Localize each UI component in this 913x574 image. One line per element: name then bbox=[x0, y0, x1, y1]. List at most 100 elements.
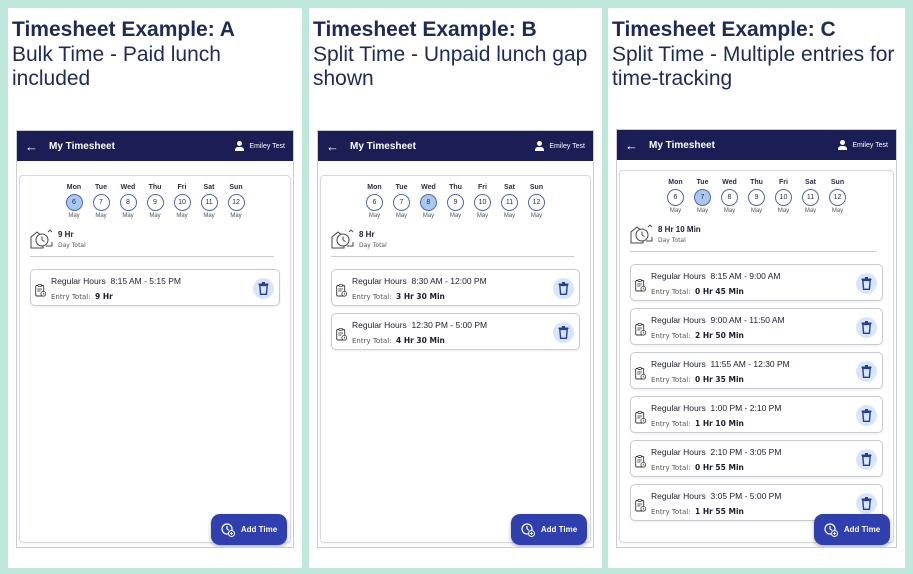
day-total: 8 Hr Day Total bbox=[331, 229, 590, 249]
clipboard-clock-icon bbox=[635, 409, 647, 424]
day-sat[interactable]: Sat 11 May bbox=[200, 184, 219, 219]
user-menu[interactable]: Emiley Test bbox=[535, 141, 585, 151]
day-month: May bbox=[203, 213, 215, 219]
day-wed[interactable]: Wed 8 May bbox=[720, 179, 739, 214]
time-entry-list: Regular Hours 8:30 AM - 12:00 PM Entry To… bbox=[331, 269, 580, 350]
time-entry[interactable]: Regular Hours 8:15 AM - 9:00 AM Entry Tot… bbox=[630, 264, 883, 301]
day-sun[interactable]: Sun 12 May bbox=[527, 184, 546, 219]
time-entry[interactable]: Regular Hours 1:00 PM - 2:10 PM Entry Tot… bbox=[630, 396, 883, 433]
time-entry[interactable]: Regular Hours 11:55 AM - 12:30 PM Entry T… bbox=[630, 352, 883, 389]
day-fri[interactable]: Fri 10 May bbox=[173, 184, 192, 219]
day-thu[interactable]: Thu 9 May bbox=[747, 179, 766, 214]
user-icon bbox=[838, 140, 848, 150]
back-arrow-icon[interactable]: ← bbox=[326, 139, 350, 154]
time-entry[interactable]: Regular Hours 2:10 PM - 3:05 PM Entry Tot… bbox=[630, 440, 883, 477]
day-month: May bbox=[68, 213, 80, 219]
entry-title: Regular Hours 2:10 PM - 3:05 PM bbox=[651, 447, 781, 457]
add-time-label: Add Time bbox=[240, 525, 278, 534]
day-month: May bbox=[530, 213, 543, 219]
delete-entry-button[interactable] bbox=[856, 273, 877, 294]
delete-entry-button[interactable] bbox=[856, 493, 877, 514]
delete-entry-button[interactable] bbox=[553, 278, 574, 299]
example-subtitle: Bulk Time - Paid lunch included bbox=[12, 43, 221, 91]
day-wed[interactable]: Wed 8 May bbox=[419, 184, 438, 219]
day-number: 10 bbox=[173, 194, 191, 211]
entry-total-value: 1 Hr 10 Min bbox=[695, 419, 744, 428]
delete-entry-button[interactable] bbox=[856, 449, 877, 470]
day-month: May bbox=[669, 208, 682, 214]
user-menu[interactable]: Emiley Test bbox=[838, 140, 888, 150]
time-entry[interactable]: Regular Hours 8:15 AM - 5:15 PM Entry Tot… bbox=[30, 269, 280, 306]
week-day-selector: Mon 6 May Tue 7 May Wed 8 May Thu 9 May Fri 10 May Sat 1… bbox=[321, 184, 590, 219]
app-bar: ← My Timesheet Emiley Test bbox=[318, 131, 593, 161]
example-title: Timesheet Example: C bbox=[612, 18, 836, 41]
day-name: Thu bbox=[148, 184, 162, 191]
entry-title: Regular Hours 3:05 PM - 5:00 PM bbox=[651, 491, 781, 501]
day-sat[interactable]: Sat 11 May bbox=[801, 179, 820, 214]
back-arrow-icon[interactable]: ← bbox=[25, 139, 49, 154]
delete-entry-button[interactable] bbox=[253, 278, 274, 299]
day-wed[interactable]: Wed 8 May bbox=[119, 184, 138, 219]
day-mon[interactable]: Mon 6 May bbox=[666, 179, 685, 214]
phone-screen: ← My Timesheet Emiley Test Mon 6 May Tue 7 May We… bbox=[16, 130, 294, 548]
add-time-button[interactable]: Add Time bbox=[511, 514, 587, 545]
day-number: 7 bbox=[92, 194, 110, 211]
day-number: 9 bbox=[748, 189, 765, 206]
day-mon[interactable]: Mon 6 May bbox=[65, 184, 84, 219]
day-fri[interactable]: Fri 10 May bbox=[774, 179, 793, 214]
time-entry[interactable]: Regular Hours 8:30 AM - 12:00 PM Entry To… bbox=[331, 269, 580, 306]
day-number: 11 bbox=[501, 194, 518, 211]
time-entry[interactable]: Regular Hours 9:00 AM - 11:50 AM Entry To… bbox=[630, 308, 883, 345]
day-month: May bbox=[696, 208, 709, 214]
day-name: Wed bbox=[120, 184, 136, 191]
delete-entry-button[interactable] bbox=[856, 405, 877, 426]
user-name: Emiley Test bbox=[249, 142, 285, 150]
entry-total: Entry Total: 4 Hr 30 Min bbox=[352, 336, 445, 345]
back-arrow-icon[interactable]: ← bbox=[625, 138, 649, 153]
day-tue[interactable]: Tue 7 May bbox=[92, 184, 111, 219]
delete-entry-button[interactable] bbox=[553, 322, 574, 343]
entry-time-range: 2:10 PM - 3:05 PM bbox=[710, 447, 782, 457]
entry-time-range: 12:30 PM - 5:00 PM bbox=[411, 320, 488, 330]
week-day-selector: Mon 6 May Tue 7 May Wed 8 May Thu 9 May Fri 10 May Sat 1… bbox=[20, 184, 290, 219]
clipboard-clock-icon bbox=[635, 497, 647, 512]
day-number: 10 bbox=[474, 194, 491, 211]
day-number: 11 bbox=[200, 194, 218, 211]
add-clock-icon bbox=[824, 522, 838, 537]
clipboard-clock-icon bbox=[635, 453, 647, 468]
add-time-label: Add Time bbox=[843, 525, 881, 534]
day-month: May bbox=[395, 213, 408, 219]
add-time-label: Add Time bbox=[540, 525, 578, 534]
day-tue[interactable]: Tue 7 May bbox=[392, 184, 411, 219]
entry-type: Regular Hours bbox=[651, 315, 706, 325]
day-sat[interactable]: Sat 11 May bbox=[500, 184, 519, 219]
entry-total: Entry Total: 0 Hr 35 Min bbox=[651, 375, 744, 384]
delete-entry-button[interactable] bbox=[856, 317, 877, 338]
day-thu[interactable]: Thu 9 May bbox=[146, 184, 165, 219]
day-sun[interactable]: Sun 12 May bbox=[227, 184, 246, 219]
timesheet-example-c: Timesheet Example: C Split Time - Multipl… bbox=[608, 8, 905, 568]
app-bar: ← My Timesheet Emiley Test bbox=[17, 131, 293, 161]
day-month: May bbox=[422, 213, 435, 219]
entry-total-label: Entry Total: bbox=[651, 332, 691, 340]
day-tue[interactable]: Tue 7 May bbox=[693, 179, 712, 214]
add-time-button[interactable]: Add Time bbox=[814, 514, 890, 545]
add-time-button[interactable]: Add Time bbox=[211, 514, 287, 545]
entry-type: Regular Hours bbox=[651, 403, 706, 413]
delete-entry-button[interactable] bbox=[856, 361, 877, 382]
day-fri[interactable]: Fri 10 May bbox=[473, 184, 492, 219]
clipboard-clock-icon bbox=[635, 365, 647, 380]
add-clock-icon bbox=[221, 522, 235, 537]
entry-title: Regular Hours 8:15 AM - 9:00 AM bbox=[651, 271, 780, 281]
example-heading: Timesheet Example: B Split Time - Unpaid … bbox=[313, 18, 602, 91]
house-clock-icon bbox=[331, 229, 355, 249]
example-title: Timesheet Example: A bbox=[12, 18, 235, 41]
day-sun[interactable]: Sun 12 May bbox=[828, 179, 847, 214]
user-menu[interactable]: Emiley Test bbox=[235, 141, 285, 151]
time-entry[interactable]: Regular Hours 12:30 PM - 5:00 PM Entry To… bbox=[331, 313, 580, 350]
day-number: 6 bbox=[366, 194, 383, 211]
day-thu[interactable]: Thu 9 May bbox=[446, 184, 465, 219]
day-number: 6 bbox=[667, 189, 684, 206]
example-subtitle: Split Time - Unpaid lunch gap shown bbox=[313, 43, 588, 91]
day-mon[interactable]: Mon 6 May bbox=[365, 184, 384, 219]
